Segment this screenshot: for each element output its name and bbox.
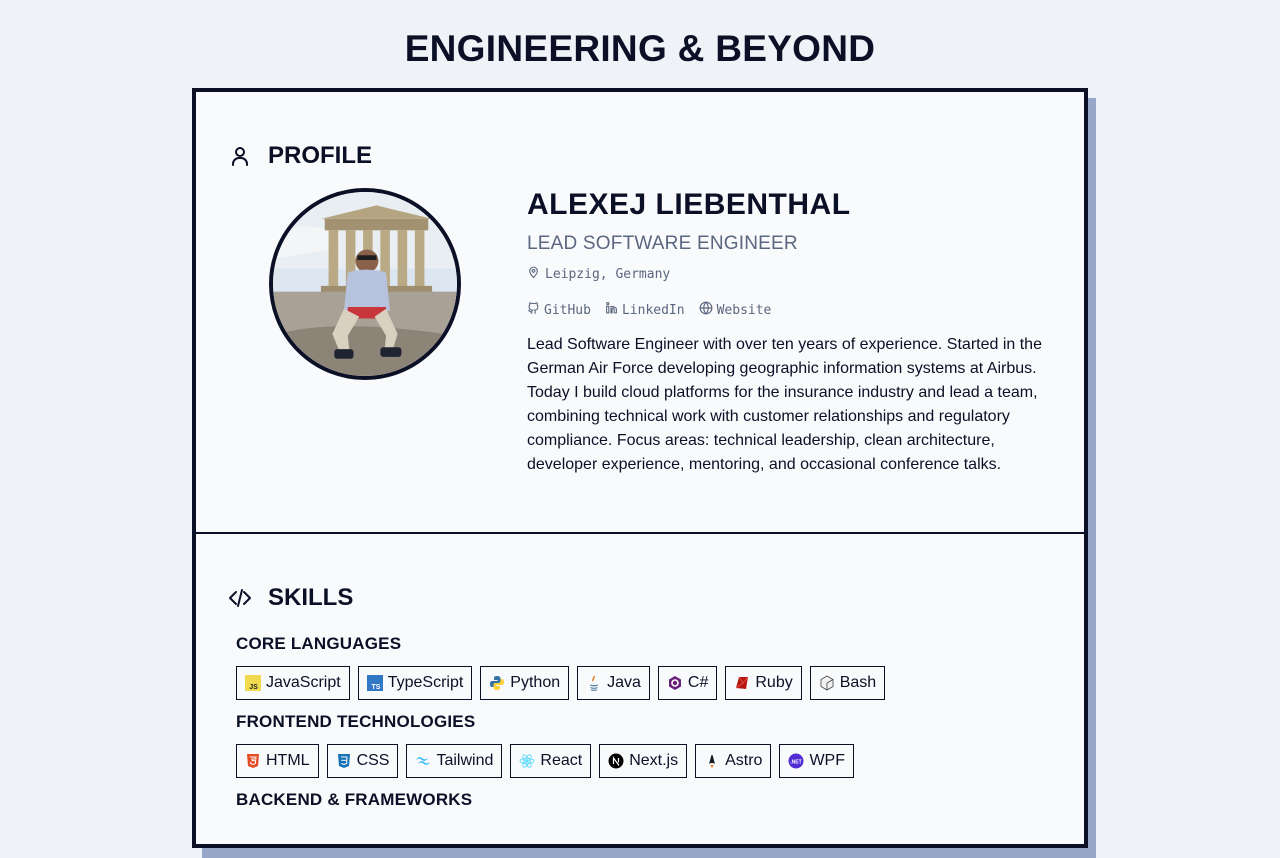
skill-chip-tailwind[interactable]: Tailwind — [406, 744, 503, 778]
skill-chip-ruby[interactable]: Ruby — [725, 666, 802, 700]
profile-photo — [273, 192, 457, 376]
website-link[interactable]: Website — [699, 301, 772, 319]
profile-location: Leipzig, Germany — [527, 265, 670, 283]
profile-links: GitHub LinkedIn Website — [527, 301, 771, 319]
skill-chip-python[interactable]: Python — [480, 666, 570, 700]
skill-chip-javascript[interactable]: JS JavaScript — [236, 666, 350, 700]
javascript-icon: JS — [245, 675, 261, 691]
globe-icon — [699, 301, 713, 319]
skill-chip-java[interactable]: Java — [577, 666, 650, 700]
github-link[interactable]: GitHub — [527, 301, 591, 319]
profile-name: ALEXEJ LIEBENTHAL — [527, 188, 851, 221]
linkedin-label: LinkedIn — [621, 302, 685, 318]
typescript-icon: TS — [366, 675, 383, 691]
avatar — [269, 188, 461, 380]
code-icon — [228, 586, 252, 610]
skill-chip-typescript[interactable]: TS TypeScript — [357, 666, 473, 700]
svg-text:TS: TS — [371, 684, 380, 691]
skill-chip-wpf[interactable]: .NET WPF — [779, 744, 854, 778]
core-languages-list: JS JavaScript TS TypeScript Python Java — [236, 666, 886, 700]
github-icon — [527, 301, 540, 319]
user-icon — [228, 144, 252, 168]
section-divider — [196, 532, 1084, 534]
bash-icon — [819, 675, 835, 691]
tailwind-icon — [415, 753, 431, 769]
skill-chip-html[interactable]: HTML — [236, 744, 319, 778]
github-label: GitHub — [544, 302, 591, 318]
linkedin-link[interactable]: LinkedIn — [605, 301, 685, 319]
css-icon — [336, 753, 352, 769]
site-title: ENGINEERING & BEYOND — [404, 28, 876, 69]
skill-chip-csharp[interactable]: C# — [657, 666, 718, 700]
svg-text:JS: JS — [249, 684, 258, 691]
svg-text:.NET: .NET — [791, 759, 802, 765]
resume-card: PROFILE ALEXEJ LIEBENTHAL LEAD SOFTWARE … — [192, 88, 1088, 848]
skill-group-title: FRONTEND TECHNOLOGIES — [236, 712, 476, 731]
skill-chip-bash[interactable]: Bash — [809, 666, 886, 700]
skills-section-title: SKILLS — [268, 584, 354, 611]
linkedin-icon — [605, 301, 618, 319]
profile-section-title: PROFILE — [268, 142, 373, 169]
map-pin-icon — [527, 265, 540, 283]
website-label: Website — [716, 302, 772, 318]
profile-role: LEAD SOFTWARE ENGINEER — [527, 233, 798, 254]
nextjs-icon — [608, 753, 624, 769]
csharp-icon — [667, 675, 683, 691]
profile-bio: Lead Software Engineer with over ten yea… — [527, 336, 1042, 473]
location-text: Leipzig, Germany — [545, 266, 671, 282]
skill-chip-astro[interactable]: Astro — [695, 744, 772, 778]
ruby-icon — [734, 675, 750, 691]
skill-chip-react[interactable]: React — [510, 744, 592, 778]
html-icon — [245, 753, 261, 769]
skill-group-title: BACKEND & FRAMEWORKS — [236, 790, 473, 809]
python-icon — [489, 675, 505, 691]
skill-chip-nextjs[interactable]: Next.js — [599, 744, 688, 778]
skill-chip-css[interactable]: CSS — [326, 744, 399, 778]
skill-group-title: CORE LANGUAGES — [236, 634, 402, 653]
skills-header: SKILLS — [228, 584, 353, 612]
profile-header: PROFILE — [228, 142, 372, 170]
frontend-technologies-list: HTML CSS Tailwind React Next.js Astro .N… — [236, 744, 854, 778]
react-icon — [519, 753, 535, 769]
astro-icon — [704, 753, 720, 769]
java-icon — [586, 675, 602, 691]
dotnet-icon: .NET — [788, 753, 804, 769]
